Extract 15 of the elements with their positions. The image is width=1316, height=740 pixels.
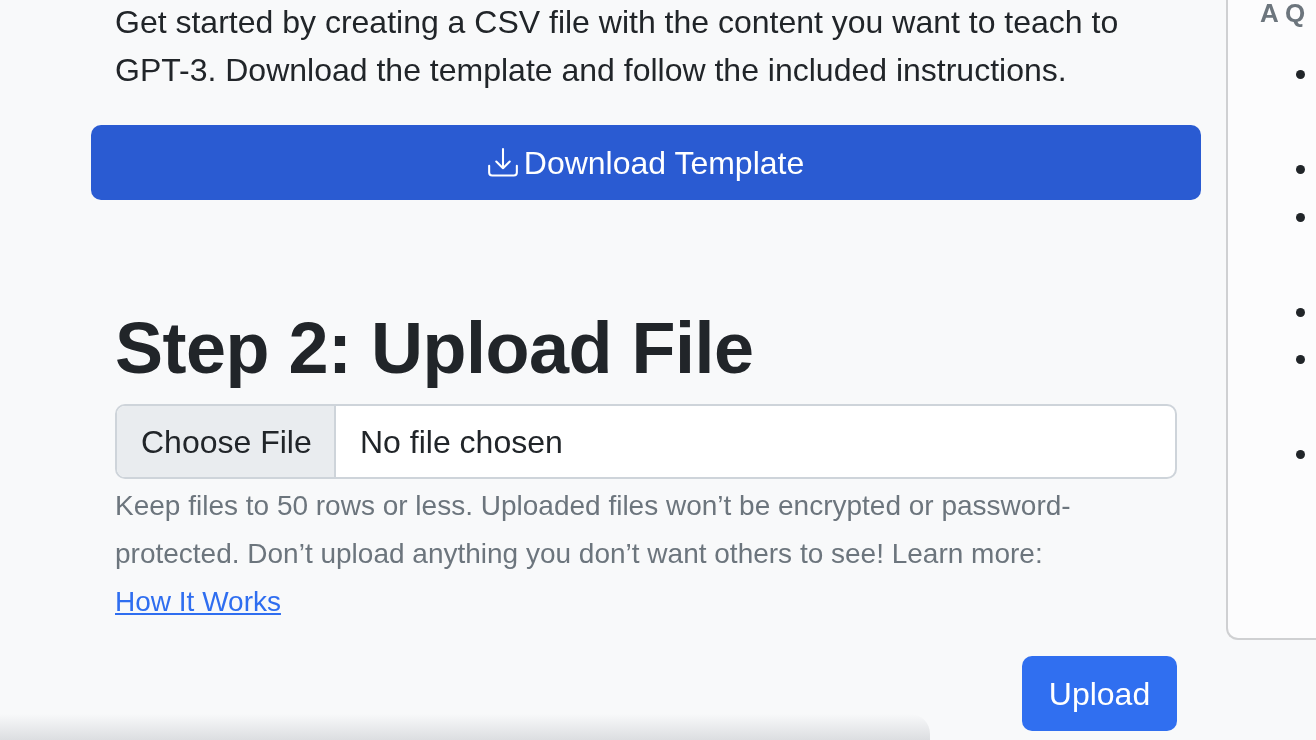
bullet-icon: [1296, 450, 1305, 459]
bullet-icon: [1296, 213, 1305, 222]
bullet-icon: [1296, 355, 1305, 364]
how-it-works-link[interactable]: How It Works: [115, 586, 281, 617]
bullet-icon: [1296, 308, 1305, 317]
file-input[interactable]: Choose File No file chosen: [115, 404, 1177, 479]
step-heading: Step 2: Upload File: [115, 307, 755, 390]
download-icon: [487, 148, 518, 177]
intro-paragraph: Get started by creating a CSV file with the content you want to teach to GPT-3. Download the template and follow the included instructions.: [115, 3, 1120, 90]
bullet-icon: [1296, 165, 1305, 174]
bullet-icon: [1296, 70, 1305, 79]
card-title: A Q: [1259, 0, 1307, 26]
download-template-button[interactable]: Download Template: [91, 125, 1201, 200]
upload-button[interactable]: Upload: [1022, 656, 1177, 731]
help-text: Keep files to 50 rows or less. Uploaded files won’t be encrypted or password-protected. Don’t upload anything you don’t want others to see! Learn more: How It Works: [115, 489, 1072, 619]
